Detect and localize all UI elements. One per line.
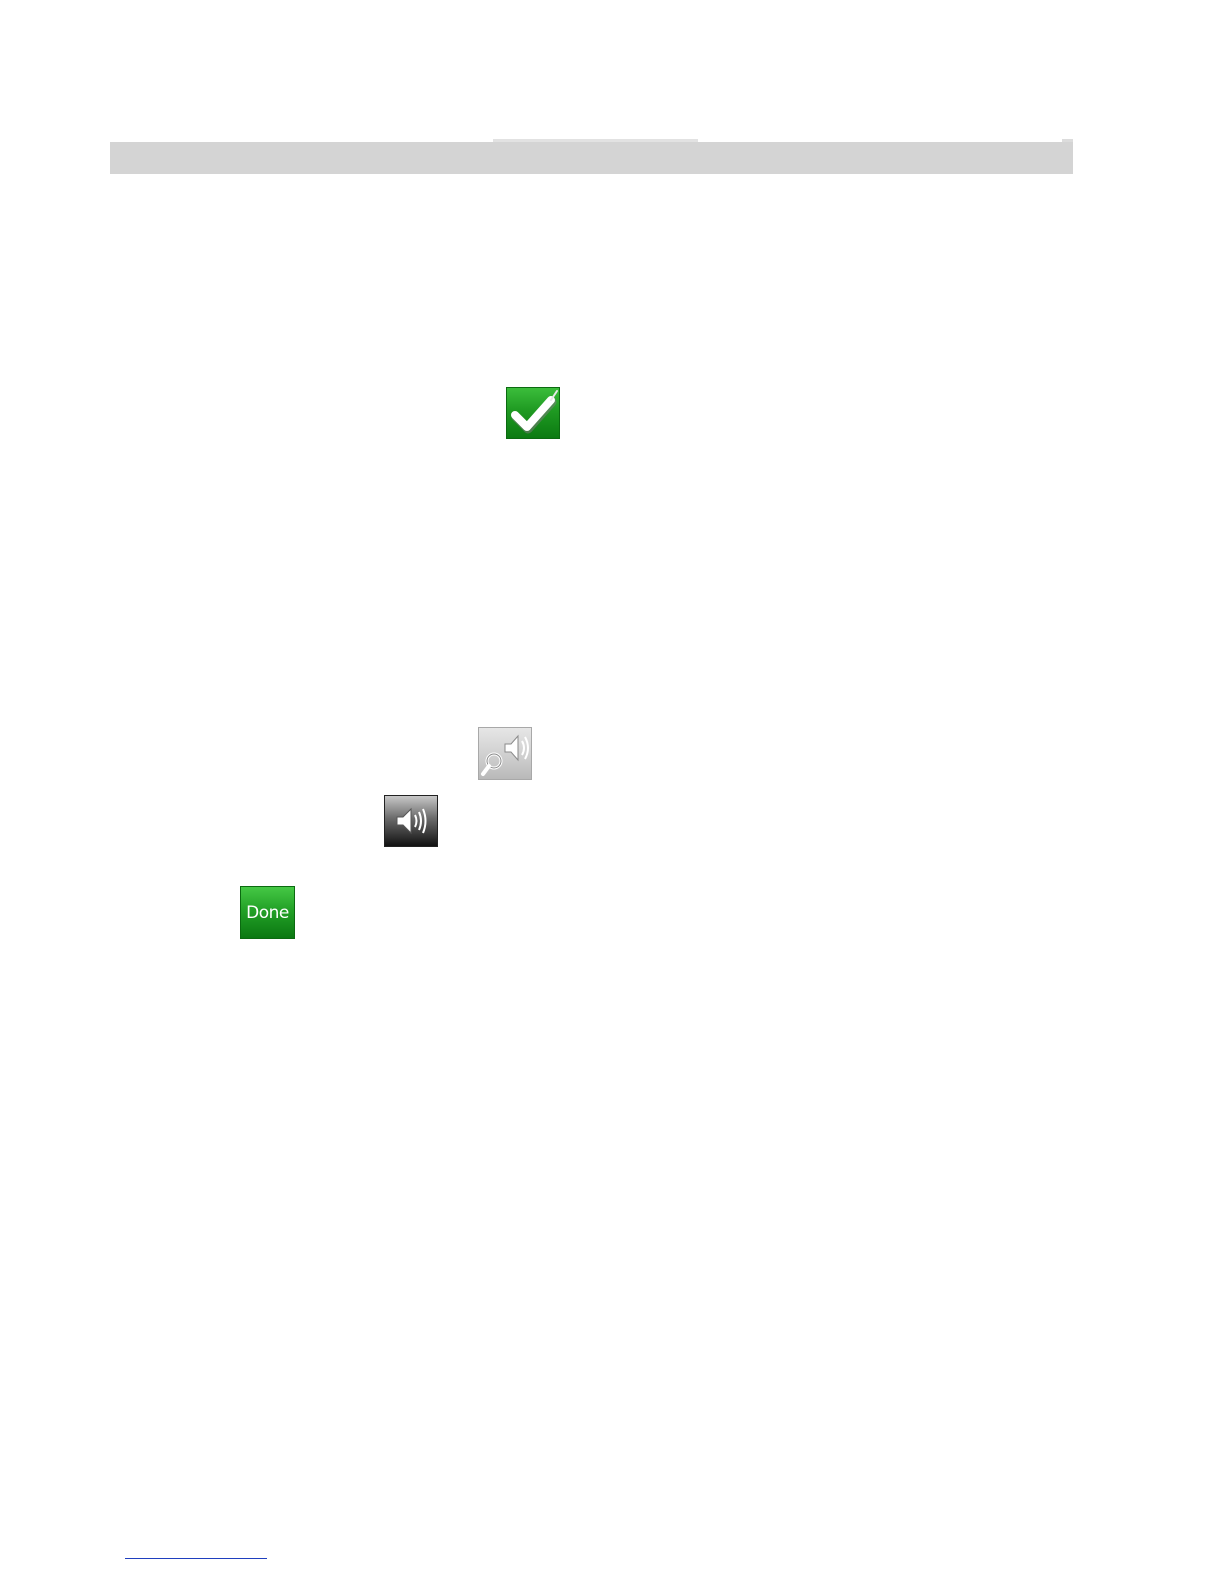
done-button[interactable]: Done	[240, 886, 295, 939]
voice-search-button[interactable]	[478, 727, 532, 780]
footnote-rule	[125, 1558, 267, 1559]
header-bar	[110, 142, 1073, 174]
checkmark-icon	[511, 390, 558, 434]
check-button[interactable]	[506, 387, 560, 439]
speaker-icon	[396, 807, 427, 835]
magnifier-speaker-icon	[481, 734, 529, 776]
speaker-button[interactable]	[384, 795, 438, 847]
